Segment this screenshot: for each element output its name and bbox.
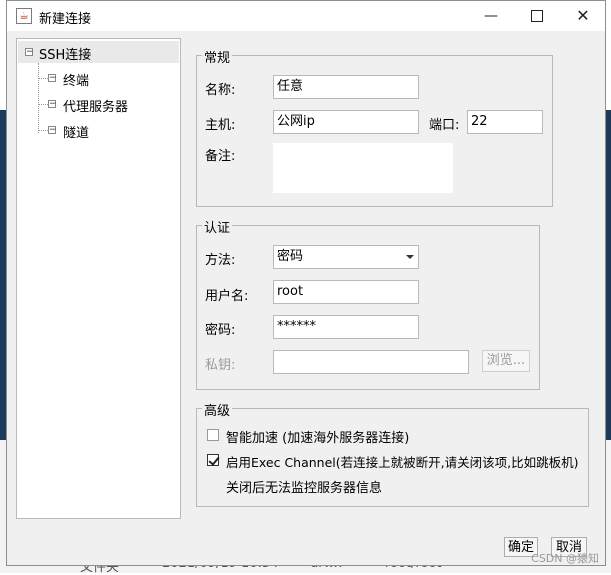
exec-channel-label: 启用Exec Channel(若连接上就被断开,请关闭该项,比如跳板机): [226, 455, 579, 470]
username-input[interactable]: root: [273, 280, 419, 304]
minimize-button[interactable]: —: [468, 1, 514, 31]
name-input[interactable]: 任意: [273, 75, 419, 99]
general-group: 常规 名称: 任意 主机: 公网ip 端口: 22 备注:: [196, 47, 553, 207]
node-icon: −: [48, 125, 57, 135]
advanced-legend: 高级: [202, 400, 233, 419]
tree-item-ssh[interactable]: − SSH连接: [18, 41, 179, 63]
title-bar: ☕ 新建连接 — ✕: [7, 1, 605, 31]
general-legend: 常规: [202, 47, 233, 66]
smart-accel-label: 智能加速 (加速海外服务器连接): [226, 431, 410, 446]
tree-connector: [38, 130, 48, 131]
private-key-input[interactable]: [273, 350, 469, 374]
exec-channel-checkbox[interactable]: [207, 454, 219, 466]
node-icon: −: [48, 99, 57, 109]
password-input[interactable]: ******: [273, 315, 419, 339]
host-label: 主机:: [205, 118, 236, 133]
settings-tree: − SSH连接 − 终端 − 代理服务器 − 隧道: [16, 38, 181, 519]
dropdown-arrow-icon: [406, 255, 414, 259]
tree-item-tunnel[interactable]: 隧道: [63, 122, 89, 141]
method-select[interactable]: 密码: [273, 245, 419, 269]
maximize-icon: [531, 10, 543, 22]
window-title: 新建连接: [39, 12, 92, 27]
note-textarea[interactable]: [273, 143, 453, 193]
tree-connector: [38, 104, 48, 105]
tree-item-proxy[interactable]: 代理服务器: [63, 96, 128, 115]
close-button[interactable]: ✕: [560, 1, 606, 31]
password-label: 密码:: [205, 323, 236, 338]
auth-legend: 认证: [202, 217, 233, 236]
name-label: 名称:: [205, 83, 236, 98]
method-value: 密码: [277, 249, 304, 264]
smart-accel-checkbox[interactable]: [207, 429, 219, 441]
host-input[interactable]: 公网ip: [273, 110, 419, 134]
port-label: 端口:: [429, 118, 460, 133]
tree-label-ssh: SSH连接: [39, 48, 92, 63]
port-input[interactable]: 22: [467, 110, 543, 134]
auth-group: 认证 方法: 密码 用户名: root 密码: ****** 私钥: 浏览...: [196, 217, 540, 390]
method-label: 方法:: [205, 253, 236, 268]
node-icon: −: [48, 73, 57, 83]
exec-channel-note: 关闭后无法监控服务器信息: [226, 481, 383, 496]
tree-connector: [38, 78, 48, 79]
collapse-icon[interactable]: −: [25, 48, 34, 57]
tree-item-terminal[interactable]: 终端: [63, 70, 89, 89]
browse-button[interactable]: 浏览...: [482, 350, 530, 372]
java-app-icon: ☕: [16, 8, 32, 24]
advanced-group: 高级 智能加速 (加速海外服务器连接) 启用Exec Channel(若连接上就…: [196, 400, 589, 507]
new-connection-dialog: ☕ 新建连接 — ✕ − SSH连接 − 终端 − 代理服务器 − 隧道 常规 …: [6, 0, 606, 566]
username-label: 用户名:: [205, 289, 249, 304]
note-label: 备注:: [205, 149, 236, 164]
private-key-label: 私钥:: [205, 358, 236, 373]
watermark: CSDN @猿知: [531, 552, 599, 565]
tree-connector: [38, 63, 39, 133]
maximize-button[interactable]: [514, 1, 560, 31]
